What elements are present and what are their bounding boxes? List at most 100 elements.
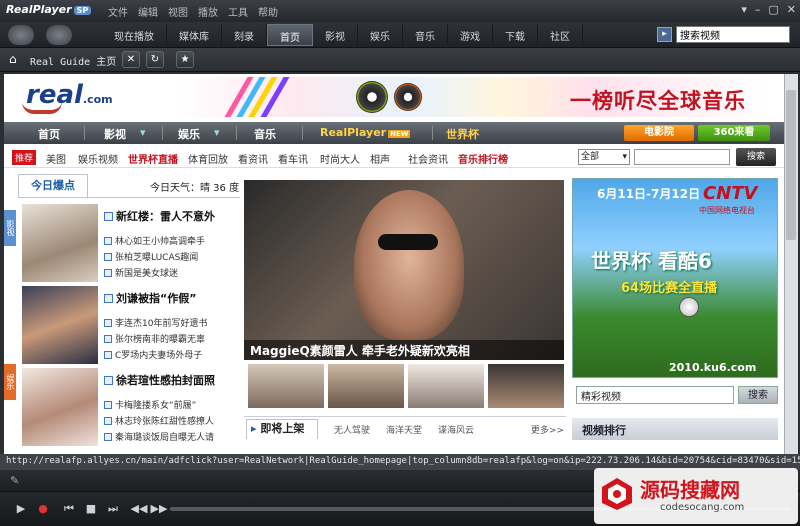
channel-worldcup[interactable]: 世界杯 — [446, 126, 479, 142]
nav-tabs: 现在播放 媒体库 刻录 首页 影视 娱乐 音乐 游戏 下载 社区 — [102, 24, 583, 46]
stop-button[interactable]: ✕ — [122, 51, 140, 68]
channel-entertainment[interactable]: 娱乐 — [178, 126, 200, 142]
maximize-icon[interactable]: ▢ — [768, 3, 778, 16]
feature-image[interactable]: MaggieQ素颜雷人 牵手老外疑新欢亮相 — [244, 180, 564, 360]
menu-bar: 文件 编辑 视图 播放 工具 帮助 — [108, 4, 278, 19]
subnav-link[interactable]: 娱乐视频 — [78, 151, 118, 166]
previous-button[interactable]: ⏮ — [58, 500, 80, 518]
news-link[interactable]: 秦海璐谈饭局自曝无人请 — [104, 430, 214, 443]
site-search-button[interactable]: 搜索 — [736, 148, 776, 166]
tab-burn[interactable]: 刻录 — [222, 24, 267, 46]
menu-item-help[interactable]: 帮助 — [258, 4, 278, 19]
play-button[interactable]: ▶ — [10, 500, 32, 518]
tab-library[interactable]: 媒体库 — [167, 24, 222, 46]
ad-url: 2010.ku6.com — [669, 361, 757, 374]
back-button[interactable] — [8, 25, 34, 45]
tab-music[interactable]: 音乐 — [403, 24, 448, 46]
news-thumbnail[interactable] — [22, 204, 98, 282]
news-link[interactable]: 张柏芝曝LUCAS趣闻 — [104, 250, 198, 263]
news-link[interactable]: 卡梅隆搂系女“前履” — [104, 398, 196, 411]
video-search-input[interactable] — [576, 386, 734, 404]
subnav-link[interactable]: 世界杯直播 — [128, 151, 178, 166]
strip-thumbnail[interactable] — [248, 364, 324, 408]
stop-playback-button[interactable]: ■ — [80, 500, 102, 518]
menu-item-tools[interactable]: 工具 — [228, 4, 248, 19]
more-link[interactable]: 更多>> — [531, 423, 564, 436]
tab-download[interactable]: 下载 — [493, 24, 538, 46]
side-tab-entertainment[interactable]: 娱乐 — [4, 364, 16, 400]
tab-home[interactable]: 首页 — [267, 24, 313, 46]
news-headline[interactable]: 新红楼：雷人不意外 — [104, 208, 215, 224]
tab-community[interactable]: 社区 — [538, 24, 583, 46]
side-tab-movies[interactable]: 影视 — [4, 210, 16, 246]
tab-now-playing[interactable]: 现在播放 — [102, 24, 167, 46]
video-search-button[interactable]: 搜索 — [738, 386, 778, 404]
real-logo[interactable]: real.com — [22, 80, 136, 114]
channel-realplayer[interactable]: RealPlayer NEW — [320, 126, 411, 139]
search-type-icon[interactable]: ▸ — [657, 27, 672, 42]
channel-music[interactable]: 音乐 — [254, 126, 276, 142]
news-link[interactable]: 张尔榜南非的曝霸无辜 — [104, 332, 205, 345]
upcoming-link[interactable]: 谍海风云 — [438, 423, 474, 436]
360-button[interactable]: 360来看 — [698, 125, 770, 141]
news-link[interactable]: 林志玲张陈红甜性感撩人 — [104, 414, 214, 427]
tab-games[interactable]: 游戏 — [448, 24, 493, 46]
tab-entertainment[interactable]: 娱乐 — [358, 24, 403, 46]
subnav-link[interactable]: 相声 — [370, 151, 390, 166]
menu-item-file[interactable]: 文件 — [108, 4, 128, 19]
today-tab[interactable]: 今日爆点 — [18, 174, 88, 198]
rewind-button[interactable]: ◀◀ — [128, 500, 150, 518]
news-thumbnail[interactable] — [22, 368, 98, 446]
channel-separator — [162, 126, 163, 140]
news-headline[interactable]: 刘谦被指“作假” — [104, 290, 196, 306]
subnav-link[interactable]: 时尚大人 — [320, 151, 360, 166]
search-input[interactable] — [676, 26, 790, 43]
menu-item-view[interactable]: 视图 — [168, 4, 188, 19]
minimize-icon[interactable]: – — [755, 3, 761, 16]
fast-forward-button[interactable]: ▶▶ — [148, 500, 170, 518]
refresh-button[interactable]: ↻ — [146, 51, 164, 68]
news-link[interactable]: 林心如王小帅高调牵手 — [104, 234, 205, 247]
site-search-input[interactable] — [634, 149, 730, 165]
close-icon[interactable]: ✕ — [787, 3, 796, 16]
subnav-link[interactable]: 音乐排行榜 — [458, 151, 508, 166]
tab-movies[interactable]: 影视 — [313, 24, 358, 46]
thumbnail-strip — [248, 364, 564, 408]
next-button[interactable]: ⏭ — [102, 500, 124, 518]
subnav-link[interactable]: 体育回放 — [188, 151, 228, 166]
channel-home[interactable]: 首页 — [38, 126, 60, 142]
upcoming-link[interactable]: 无人驾驶 — [334, 423, 370, 436]
news-link[interactable]: C罗场内夫妻场外母子 — [104, 348, 202, 361]
strip-thumbnail[interactable] — [408, 364, 484, 408]
upcoming-tab[interactable]: ▸ 即将上架 — [246, 419, 318, 439]
subnav-link[interactable]: 美图 — [46, 151, 66, 166]
chevron-down-icon: ▾ — [214, 126, 220, 139]
news-thumbnail[interactable] — [22, 286, 98, 364]
subnav-link[interactable]: 看资讯 — [238, 151, 268, 166]
subnav-link[interactable]: 看车讯 — [278, 151, 308, 166]
strip-thumbnail[interactable] — [328, 364, 404, 408]
upcoming-link[interactable]: 海洋天堂 — [386, 423, 422, 436]
menu-item-edit[interactable]: 编辑 — [138, 4, 158, 19]
category-select[interactable]: 全部 ▾ — [578, 149, 630, 165]
strip-thumbnail[interactable] — [488, 364, 564, 408]
video-icon — [104, 417, 112, 425]
cinema-button[interactable]: 电影院 — [624, 125, 694, 141]
scrollbar-thumb[interactable] — [786, 90, 796, 240]
news-link[interactable]: 李连杰10年前写好遗书 — [104, 316, 207, 329]
record-button[interactable]: ● — [32, 500, 54, 518]
favorite-button[interactable]: ★ — [176, 51, 194, 68]
video-icon — [104, 212, 113, 221]
worldcup-ad[interactable]: 6月11日-7月12日 CNTV 中国网络电视台 世界杯 看酷6 64场比赛全直… — [572, 178, 778, 378]
forward-button[interactable] — [46, 25, 72, 45]
channel-movies[interactable]: 影视 — [104, 126, 126, 142]
news-headline[interactable]: 徐若瑄性感拍封面照 — [104, 372, 215, 388]
subnav-link[interactable]: 社会资讯 — [408, 151, 448, 166]
watermark-title: 源码搜藏网 — [640, 478, 740, 502]
music-banner[interactable]: 一榜听尽全球音乐 — [176, 77, 768, 117]
dropdown-icon[interactable]: ▾ — [741, 3, 747, 16]
edit-icon[interactable]: ✎ — [10, 474, 19, 487]
news-link[interactable]: 新国是美女球迷 — [104, 266, 178, 279]
home-icon[interactable]: ⌂ — [9, 52, 17, 66]
menu-item-play[interactable]: 播放 — [198, 4, 218, 19]
